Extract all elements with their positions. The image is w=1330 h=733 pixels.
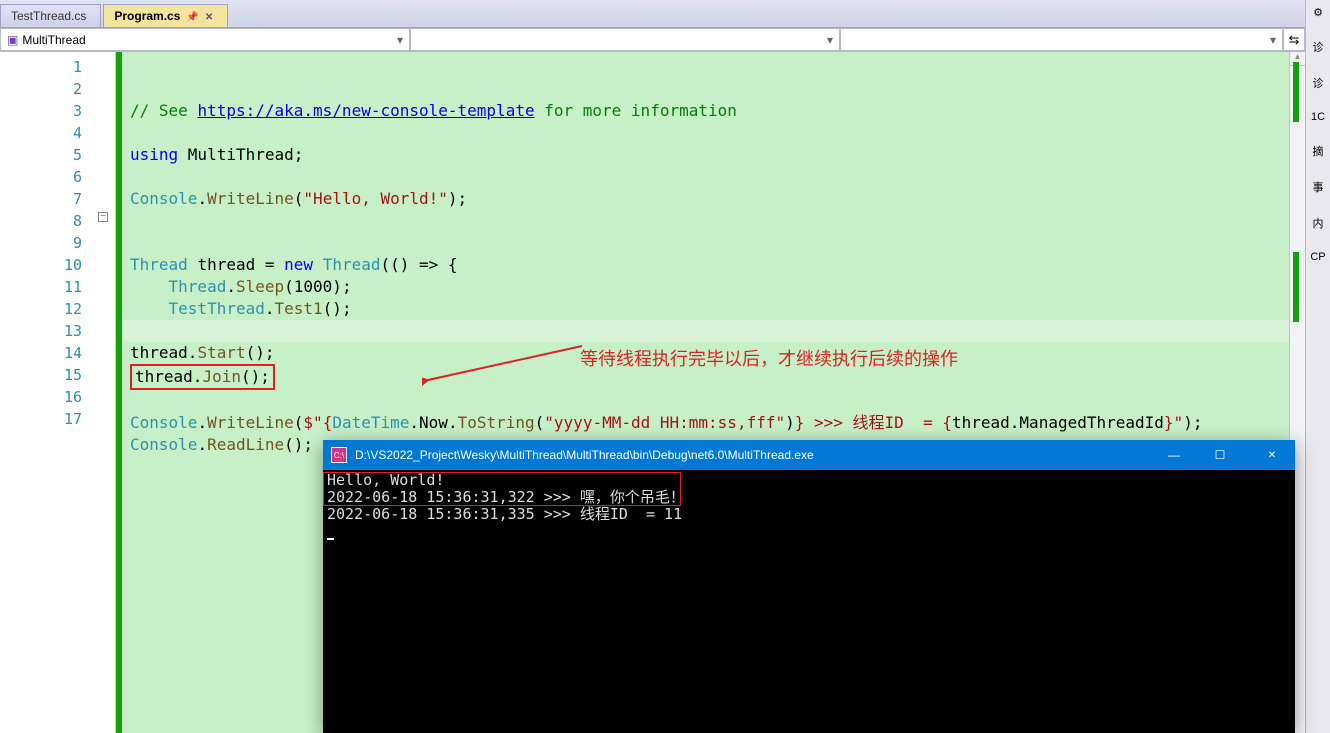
line-number: 9: [0, 232, 82, 254]
line-number: 4: [0, 122, 82, 144]
line-number: 16: [0, 386, 82, 408]
side-tab[interactable]: 诊: [1313, 75, 1324, 91]
line-number: 7: [0, 188, 82, 210]
line-number: 14: [0, 342, 82, 364]
close-button[interactable]: ✕: [1249, 440, 1295, 470]
pin-icon[interactable]: 📌: [186, 12, 198, 23]
side-tab[interactable]: 摘: [1313, 143, 1324, 159]
line-number: 1: [0, 56, 82, 78]
minimize-button[interactable]: —: [1151, 440, 1197, 470]
side-tab[interactable]: CP: [1310, 251, 1325, 263]
close-icon[interactable]: ✕: [205, 12, 213, 23]
folding-column: −: [94, 52, 116, 733]
console-title: D:\VS2022_Project\Wesky\MultiThread\Mult…: [355, 448, 814, 462]
line-number: 2: [0, 78, 82, 100]
line-number: 5: [0, 144, 82, 166]
app-icon: C:\: [331, 447, 347, 463]
console-line: 2022-06-18 15:36:31,335 >>> 线程ID = 11: [327, 505, 682, 523]
tab-testthread[interactable]: TestThread.cs: [0, 4, 101, 27]
arrow-icon: [422, 336, 592, 386]
right-toolwindow-tabs: ⚙ 诊 诊 1C 摘 事 内 CP: [1306, 0, 1330, 733]
highlighted-statement: thread.Join();: [130, 364, 275, 390]
line-number: 11: [0, 276, 82, 298]
line-number: 3: [0, 100, 82, 122]
comment: // See https://aka.ms/new-console-templa…: [130, 101, 737, 120]
change-mark: [1293, 252, 1299, 322]
cursor: [327, 538, 334, 540]
line-number: 13: [0, 320, 82, 342]
split-icon[interactable]: ⇆: [1283, 28, 1305, 51]
line-number: 6: [0, 166, 82, 188]
side-tab[interactable]: 1C: [1311, 111, 1325, 123]
fold-toggle[interactable]: −: [98, 212, 108, 222]
tab-label: Program.cs: [114, 9, 180, 23]
console-window: C:\ D:\VS2022_Project\Wesky\MultiThread\…: [323, 440, 1295, 733]
side-tab[interactable]: 事: [1313, 179, 1324, 195]
line-number: 15: [0, 364, 82, 386]
tab-program[interactable]: Program.cs 📌 ✕: [103, 4, 228, 27]
line-number: 17: [0, 408, 82, 430]
highlight-box: [323, 472, 681, 506]
project-name: MultiThread: [22, 33, 85, 47]
side-tab[interactable]: 内: [1313, 215, 1324, 231]
console-output[interactable]: Hello, World! 2022-06-18 15:36:31,322 >>…: [323, 470, 1295, 733]
line-number: 8: [0, 210, 82, 232]
annotation-text: 等待线程执行完毕以后，才继续执行后续的操作: [580, 348, 958, 370]
chevron-down-icon: ▾: [397, 33, 403, 47]
type-dropdown[interactable]: ▾: [410, 28, 840, 51]
gear-icon[interactable]: ⚙: [1313, 6, 1323, 19]
tab-strip: TestThread.cs Program.cs 📌 ✕: [0, 0, 1305, 28]
change-mark: [1293, 62, 1299, 122]
maximize-button[interactable]: ☐: [1197, 440, 1243, 470]
side-tab[interactable]: 诊: [1313, 39, 1324, 55]
nav-dropdown-row: ▣MultiThread▾ ▾ ▾ ⇆: [0, 28, 1305, 52]
chevron-down-icon: ▾: [1270, 33, 1276, 47]
member-dropdown[interactable]: ▾: [840, 28, 1283, 51]
line-number: 12: [0, 298, 82, 320]
console-titlebar[interactable]: C:\ D:\VS2022_Project\Wesky\MultiThread\…: [323, 440, 1295, 470]
line-number: 10: [0, 254, 82, 276]
chevron-down-icon: ▾: [827, 33, 833, 47]
url-link[interactable]: https://aka.ms/new-console-template: [197, 101, 534, 120]
project-dropdown[interactable]: ▣MultiThread▾: [0, 28, 410, 51]
tab-label: TestThread.cs: [11, 9, 86, 23]
line-number-gutter: 1234567891011121314151617: [0, 52, 94, 733]
